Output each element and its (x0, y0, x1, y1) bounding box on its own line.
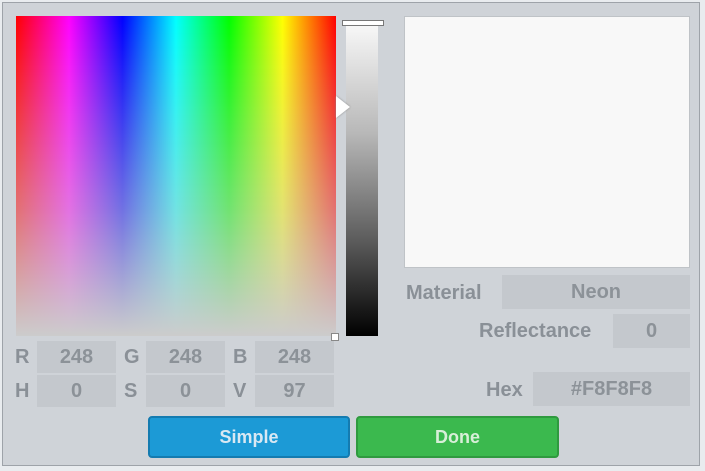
b-label: B (233, 346, 248, 368)
material-dropdown[interactable]: Neon (502, 275, 690, 309)
simple-button[interactable]: Simple (148, 416, 350, 458)
s-label: S (124, 380, 138, 402)
hex-label: Hex (486, 379, 523, 401)
reflectance-label: Reflectance (479, 320, 592, 342)
h-label: H (15, 380, 30, 402)
v-label: V (233, 380, 247, 402)
s-input[interactable]: 0 (146, 375, 225, 407)
value-slider-handle[interactable] (342, 20, 384, 26)
h-input[interactable]: 0 (37, 375, 116, 407)
spectrum-selection-marker[interactable] (331, 333, 339, 341)
material-label: Material (406, 282, 482, 304)
b-input[interactable]: 248 (255, 341, 334, 373)
v-input[interactable]: 97 (255, 375, 334, 407)
r-input[interactable]: 248 (37, 341, 116, 373)
hex-input[interactable]: #F8F8F8 (533, 372, 690, 406)
done-button[interactable]: Done (356, 416, 559, 458)
hue-saturation-spectrum[interactable] (16, 16, 336, 336)
color-preview (404, 16, 690, 268)
g-label: G (124, 346, 140, 368)
value-slider[interactable] (346, 24, 378, 336)
triangle-pointer-icon (336, 96, 350, 118)
r-label: R (15, 346, 30, 368)
g-input[interactable]: 248 (146, 341, 225, 373)
reflectance-input[interactable]: 0 (613, 314, 690, 348)
